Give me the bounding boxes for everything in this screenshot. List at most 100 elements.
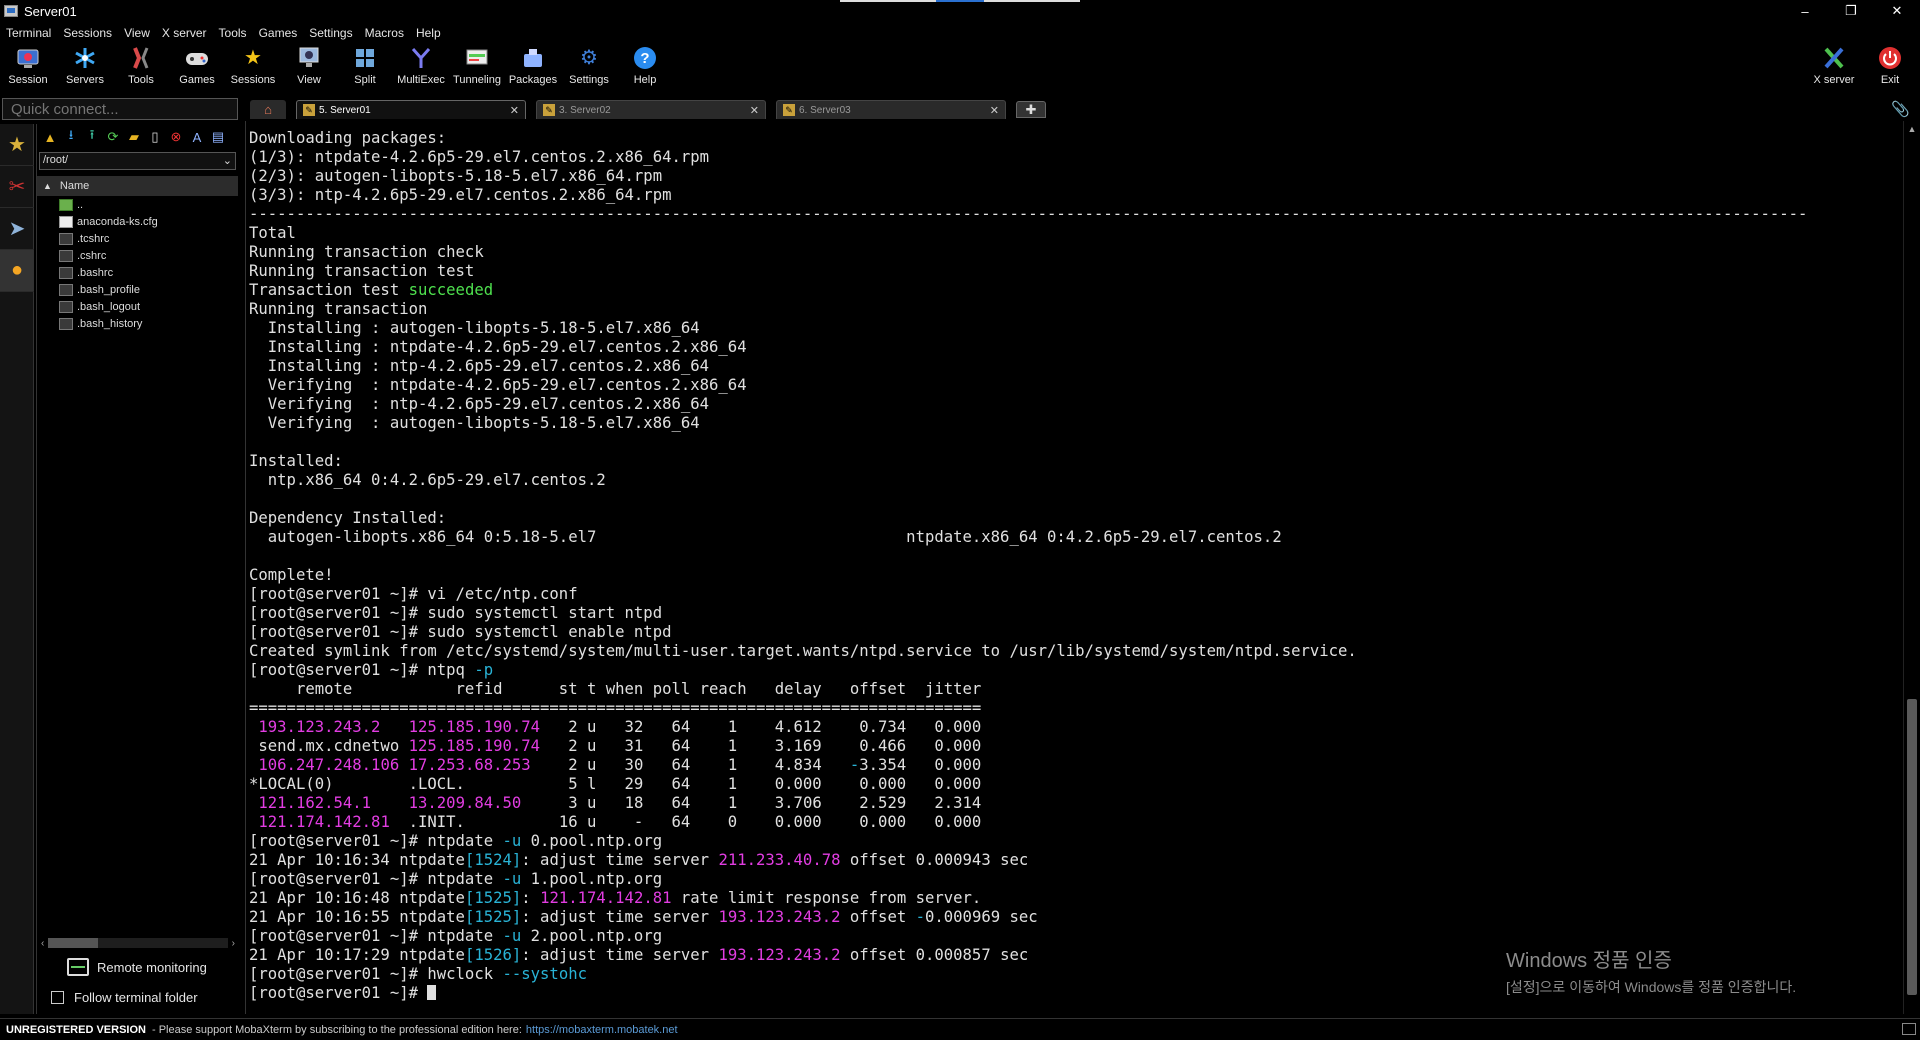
- terminal-tab-icon: ✎: [783, 104, 795, 116]
- terminal-vertical-scrollbar[interactable]: ▲: [1903, 121, 1920, 1014]
- terminal-area[interactable]: Downloading packages: (1/3): ntpdate-4.2.…: [245, 121, 1903, 1014]
- games-button[interactable]: Games: [169, 44, 225, 92]
- terminal-text: [root@server01 ~]# sudo systemctl enable…: [249, 623, 672, 641]
- remote-monitoring-button[interactable]: Remote monitoring: [67, 958, 207, 976]
- new-file-icon[interactable]: ▯: [146, 128, 164, 146]
- sftp-path-field[interactable]: /root/ ⌄: [39, 152, 236, 170]
- sessions-side-tab[interactable]: ★: [0, 124, 34, 166]
- menu-games[interactable]: Games: [253, 26, 304, 40]
- file-row[interactable]: .bash_logout: [37, 298, 238, 315]
- properties-icon[interactable]: ▤: [209, 128, 227, 146]
- chevron-down-icon[interactable]: ⌄: [223, 154, 232, 168]
- terminal-text: (2/3): autogen-libopts-5.18-5.el7.x86_64…: [249, 167, 663, 185]
- toolbar: Session Servers Tools Games ★ Sessions V…: [0, 44, 1920, 92]
- terminal-tab-icon: ✎: [303, 104, 315, 116]
- view-button[interactable]: View: [281, 44, 337, 92]
- rename-icon[interactable]: A: [188, 128, 206, 146]
- sessions-button[interactable]: ★ Sessions: [225, 44, 281, 92]
- paperclip-icon[interactable]: 📎: [1891, 100, 1910, 118]
- settings-button[interactable]: ⚙ Settings: [561, 44, 617, 92]
- tab-server02[interactable]: ✎ 3. Server02 ✕: [536, 100, 766, 119]
- tools-button[interactable]: Tools: [113, 44, 169, 92]
- tunneling-button[interactable]: Tunneling: [449, 44, 505, 92]
- scroll-left-icon[interactable]: ‹: [41, 938, 44, 949]
- quick-connect-input[interactable]: [2, 98, 238, 120]
- new-folder-icon[interactable]: ▰: [125, 128, 143, 146]
- scroll-right-icon[interactable]: ›: [232, 938, 235, 949]
- servers-button[interactable]: Servers: [57, 44, 113, 92]
- tab-server03[interactable]: ✎ 6. Server03 ✕: [776, 100, 1006, 119]
- file-list-header[interactable]: ▲ Name: [37, 176, 238, 196]
- help-button[interactable]: ? Help: [617, 44, 673, 92]
- menu-settings[interactable]: Settings: [303, 26, 358, 40]
- restore-button[interactable]: ❐: [1828, 0, 1874, 22]
- terminal-line: [root@server01 ~]# ntpq -p: [249, 661, 1807, 680]
- watermark-subtitle: [설정]으로 이동하여 Windows를 정품 인증합니다.: [1506, 979, 1797, 995]
- close-tab-icon[interactable]: ✕: [750, 104, 759, 117]
- parent-folder-icon: [59, 198, 73, 211]
- upload-icon[interactable]: ⭱: [83, 127, 101, 146]
- terminal-line: [root@server01 ~]# ntpdate -u 1.pool.ntp…: [249, 870, 1807, 889]
- download-icon[interactable]: ⭳: [62, 127, 80, 146]
- terminal-line: Installing : ntpdate-4.2.6p5-29.el7.cent…: [249, 338, 1807, 357]
- terminal-text: Installed:: [249, 452, 343, 470]
- session-button[interactable]: Session: [0, 44, 56, 92]
- scroll-track[interactable]: [48, 938, 228, 948]
- mobaxterm-link[interactable]: https://mobaxterm.mobatek.net: [526, 1024, 678, 1036]
- macros-side-tab[interactable]: ➤: [0, 208, 34, 250]
- follow-terminal-checkbox[interactable]: [51, 991, 64, 1004]
- servers-icon: [72, 46, 98, 70]
- file-row[interactable]: .bashrc: [37, 264, 238, 281]
- menu-help[interactable]: Help: [410, 26, 447, 40]
- terminal-line: Running transaction: [249, 300, 1807, 319]
- close-tab-icon[interactable]: ✕: [990, 104, 999, 117]
- file-row[interactable]: .tcshrc: [37, 230, 238, 247]
- terminal-line: Verifying : ntp-4.2.6p5-29.el7.centos.2.…: [249, 395, 1807, 414]
- follow-terminal-folder-toggle[interactable]: Follow terminal folder: [51, 990, 198, 1005]
- menu-terminal[interactable]: Terminal: [0, 26, 57, 40]
- tools-side-tab[interactable]: ✂: [0, 166, 34, 208]
- close-tab-icon[interactable]: ✕: [510, 104, 519, 117]
- file-row[interactable]: .cshrc: [37, 247, 238, 264]
- menu-macros[interactable]: Macros: [359, 26, 410, 40]
- refresh-icon[interactable]: ⟳: [104, 128, 122, 146]
- terminal-text: Installing : ntp-4.2.6p5-29.el7.centos.2…: [249, 357, 710, 375]
- sftp-side-tab[interactable]: ●: [0, 250, 34, 292]
- menu-tools[interactable]: Tools: [213, 26, 253, 40]
- terminal-text: 1.pool.ntp.org: [521, 870, 663, 888]
- exit-button[interactable]: Exit: [1862, 44, 1918, 92]
- file-row[interactable]: .bash_profile: [37, 281, 238, 298]
- file-row[interactable]: .bash_history: [37, 315, 238, 332]
- terminal-text: 13.209.84.50: [408, 794, 522, 812]
- folder-up-icon[interactable]: ▲: [41, 128, 59, 146]
- terminal-text: autogen-libopts.x86_64 0:5.18-5.el7 ntpd…: [249, 528, 1282, 546]
- menu-view[interactable]: View: [118, 26, 156, 40]
- x-server-button[interactable]: X server: [1806, 44, 1862, 92]
- app-icon: [4, 5, 18, 17]
- tab-server01[interactable]: ✎ 5. Server01 ✕: [296, 100, 526, 119]
- multiexec-button[interactable]: MultiExec: [393, 44, 449, 92]
- home-tab[interactable]: ⌂: [250, 100, 286, 119]
- minimize-button[interactable]: –: [1782, 0, 1828, 22]
- file-row[interactable]: anaconda-ks.cfg: [37, 213, 238, 230]
- terminal-line: 121.162.54.1 13.209.84.50 3 u 18 64 1 3.…: [249, 794, 1807, 813]
- file-row-parent[interactable]: ..: [37, 196, 238, 213]
- split-button[interactable]: Split: [337, 44, 393, 92]
- terminal-text: offset 0.000943 sec: [840, 851, 1029, 869]
- close-button[interactable]: ✕: [1874, 0, 1920, 22]
- resize-grip-icon[interactable]: [1902, 1023, 1916, 1035]
- terminal-line: 21 Apr 10:16:34 ntpdate[1524]: adjust ti…: [249, 851, 1807, 870]
- scroll-thumb[interactable]: [48, 938, 99, 948]
- new-tab-button[interactable]: ✚: [1016, 101, 1046, 118]
- scroll-thumb[interactable]: [1907, 699, 1917, 995]
- menu-x-server[interactable]: X server: [156, 26, 213, 40]
- paper-plane-icon: ➤: [8, 218, 26, 240]
- sftp-horizontal-scrollbar[interactable]: ‹ ›: [41, 936, 235, 950]
- scroll-up-icon[interactable]: ▲: [1904, 121, 1920, 137]
- menu-sessions[interactable]: Sessions: [57, 26, 118, 40]
- window-controls: – ❐ ✕: [1782, 0, 1920, 22]
- packages-button[interactable]: Packages: [505, 44, 561, 92]
- delete-icon[interactable]: ⊗: [167, 128, 185, 146]
